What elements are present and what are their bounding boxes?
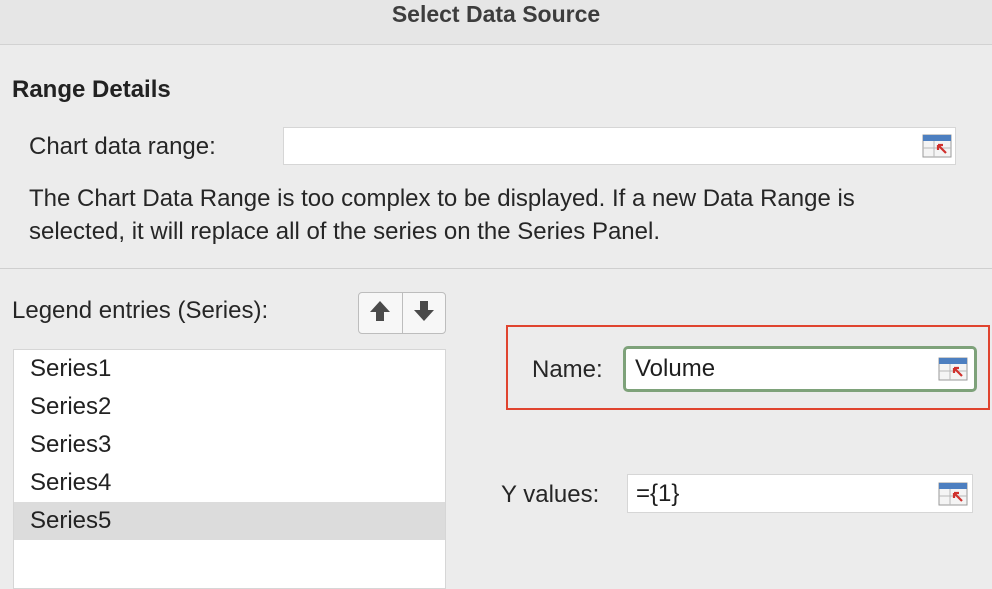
chart-data-range-picker-icon[interactable] [922,134,952,158]
series-list-item[interactable]: Series4 [14,464,445,502]
series-list-item-selected[interactable]: Series5 [14,502,445,540]
arrow-up-icon [368,299,392,328]
chart-data-range-label: Chart data range: [29,133,216,160]
arrow-down-icon [412,299,436,328]
series-item-label: Series2 [30,393,112,420]
series-name-input[interactable]: Volume [623,346,977,392]
section-divider [0,268,992,269]
series-item-label: Series4 [30,469,112,496]
range-details-heading: Range Details [12,76,171,103]
series-name-label: Name: [532,356,603,383]
series-order-buttons [358,292,446,334]
series-list: Series1 Series2 Series3 Series4 Series5 [13,349,446,589]
move-series-down-button[interactable] [401,293,446,333]
series-list-item[interactable]: Series3 [14,426,445,464]
y-values-label: Y values: [501,481,600,508]
dialog-titlebar: Select Data Source [0,0,992,45]
dialog-title: Select Data Source [391,0,601,27]
y-values-picker-icon[interactable] [938,482,968,506]
y-values-input[interactable]: ={1} [627,474,973,513]
series-name-picker-icon[interactable] [938,357,968,381]
series-list-item[interactable]: Series2 [14,388,445,426]
series-item-label: Series5 [30,507,112,534]
series-item-label: Series3 [30,431,112,458]
range-info-text: The Chart Data Range is too complex to b… [29,185,855,245]
legend-entries-label: Legend entries (Series): [12,297,269,324]
series-item-label: Series1 [30,355,112,382]
series-list-item[interactable]: Series1 [14,350,445,388]
move-series-up-button[interactable] [359,293,402,333]
chart-data-range-input[interactable] [283,127,956,165]
